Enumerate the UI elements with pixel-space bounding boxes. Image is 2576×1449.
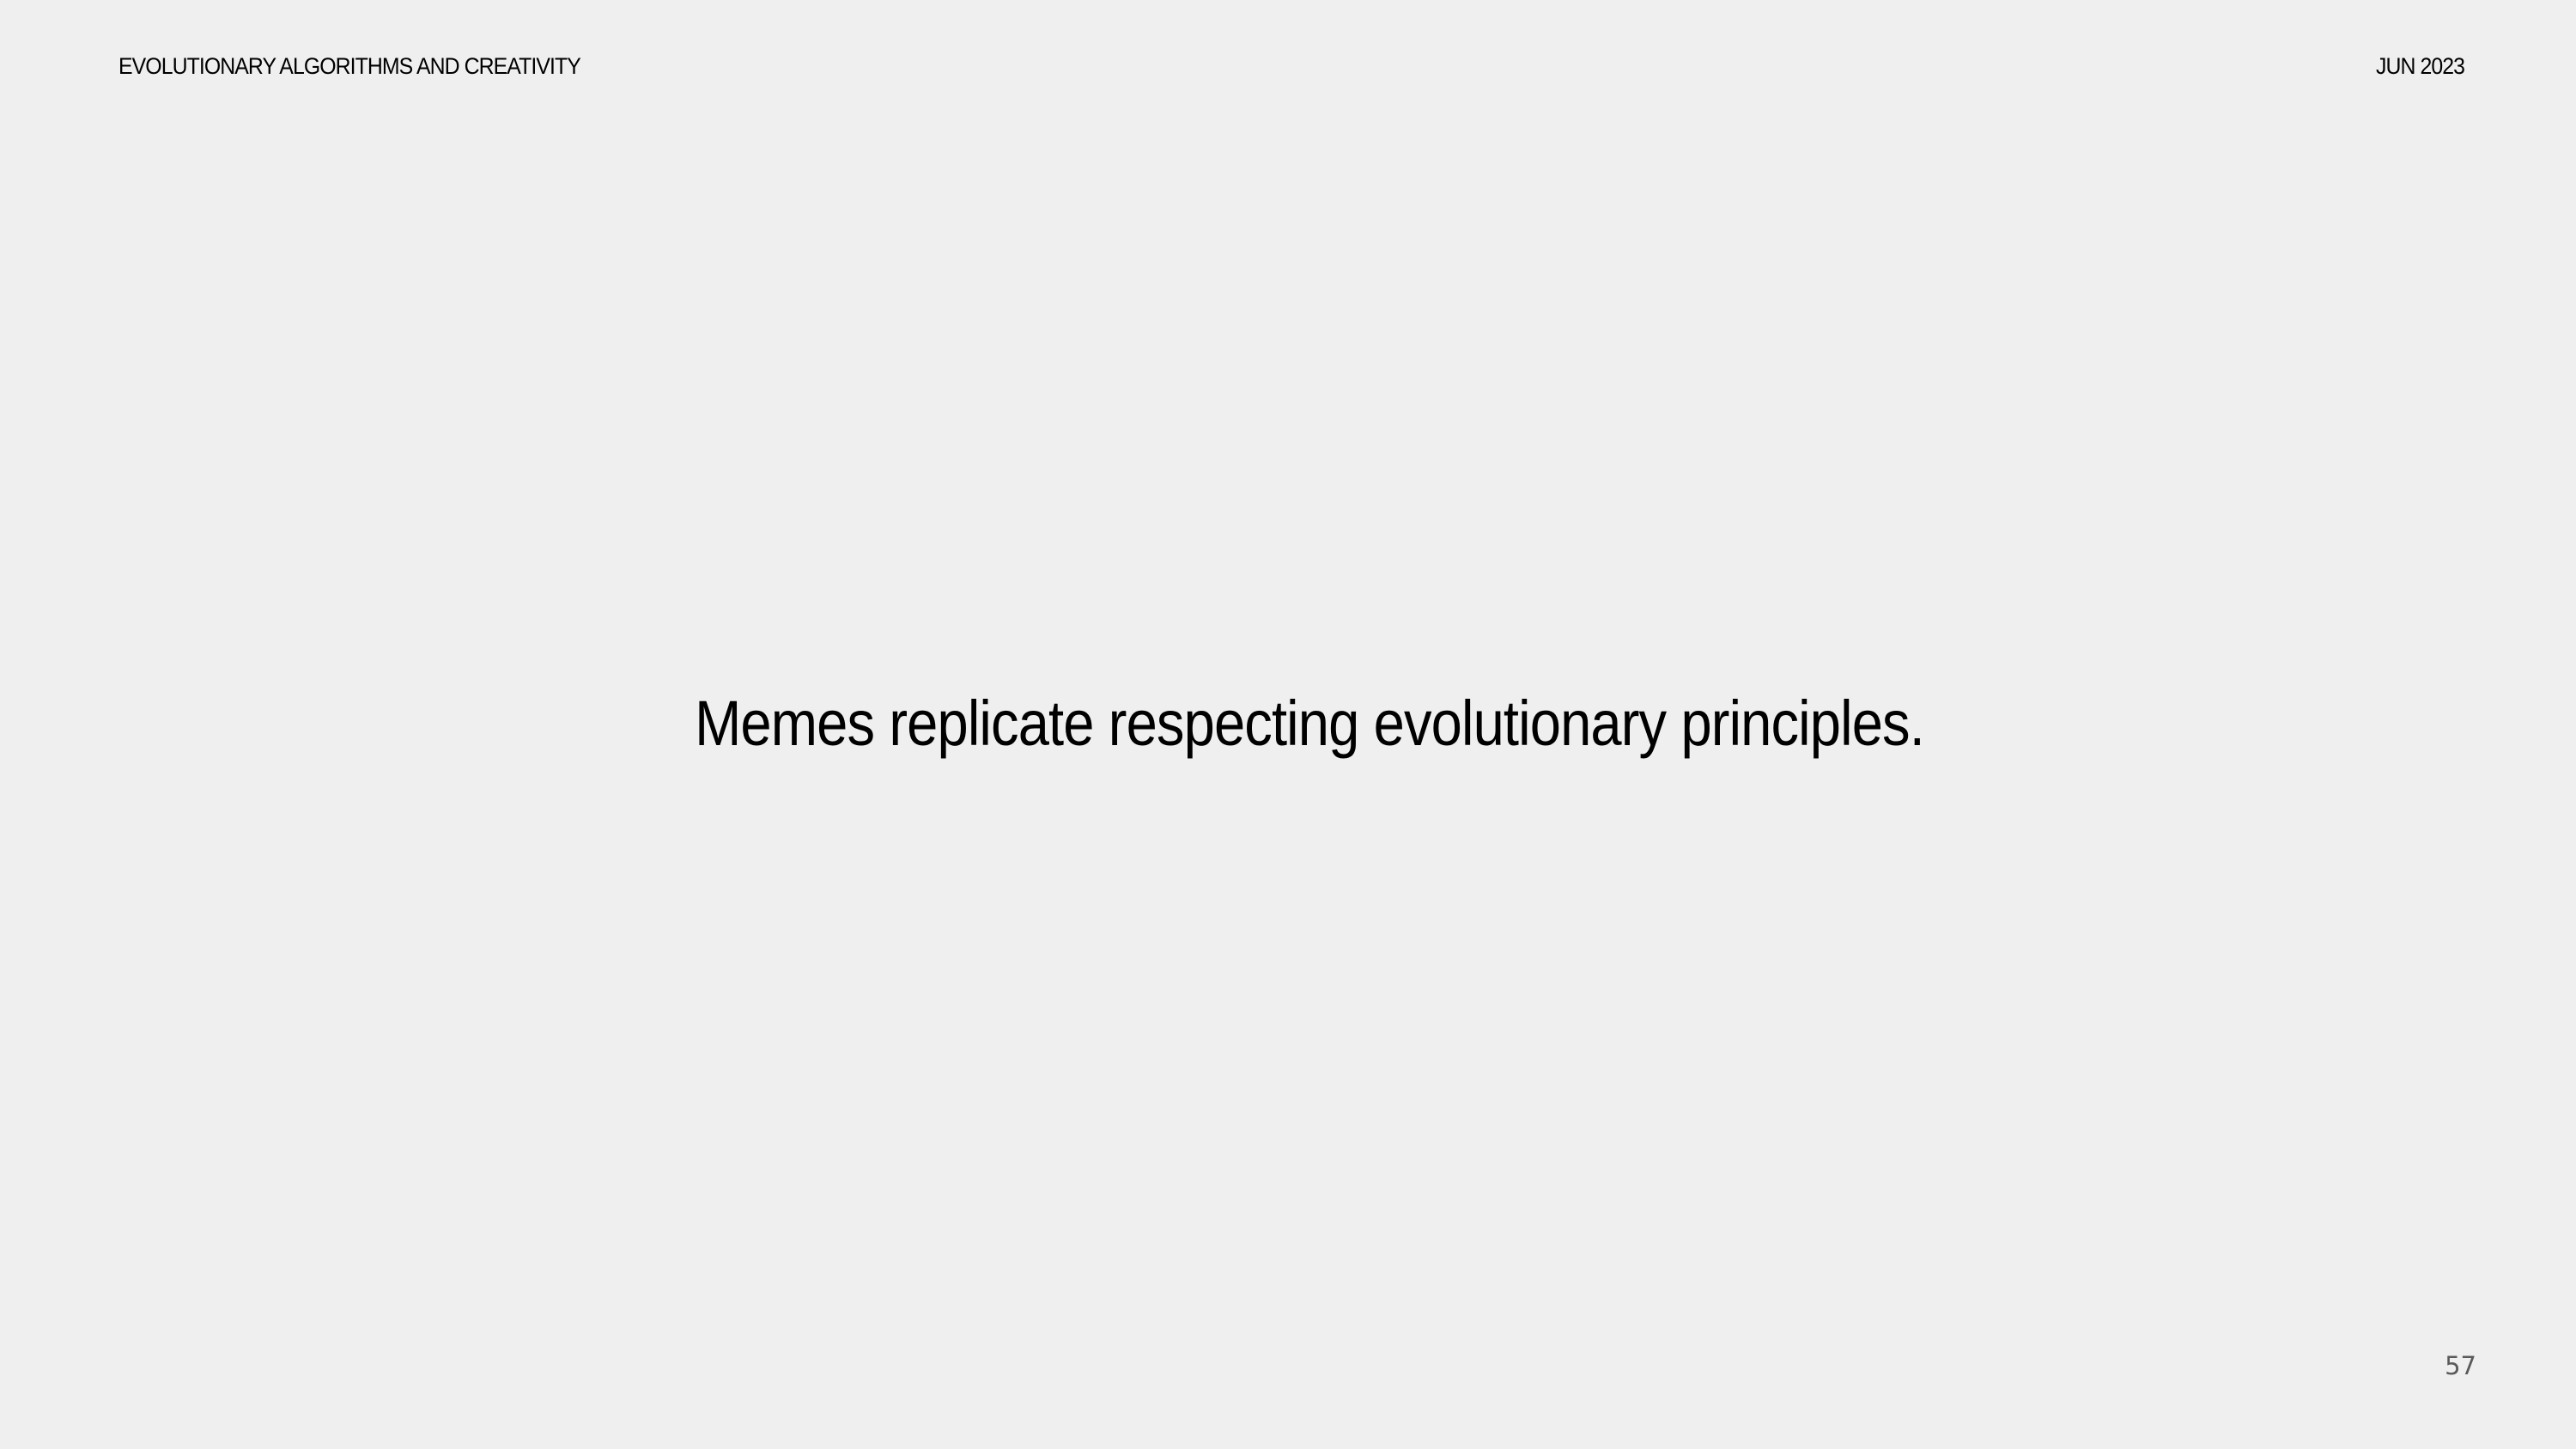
slide-header-date: JUN 2023 xyxy=(2375,53,2465,79)
slide: EVOLUTIONARY ALGORITHMS AND CREATIVITY J… xyxy=(0,0,2576,1449)
page-number: 57 xyxy=(2445,1351,2476,1380)
slide-header-title: EVOLUTIONARY ALGORITHMS AND CREATIVITY xyxy=(118,53,581,79)
slide-main-statement: Memes replicate respecting evolutionary … xyxy=(695,688,1925,759)
